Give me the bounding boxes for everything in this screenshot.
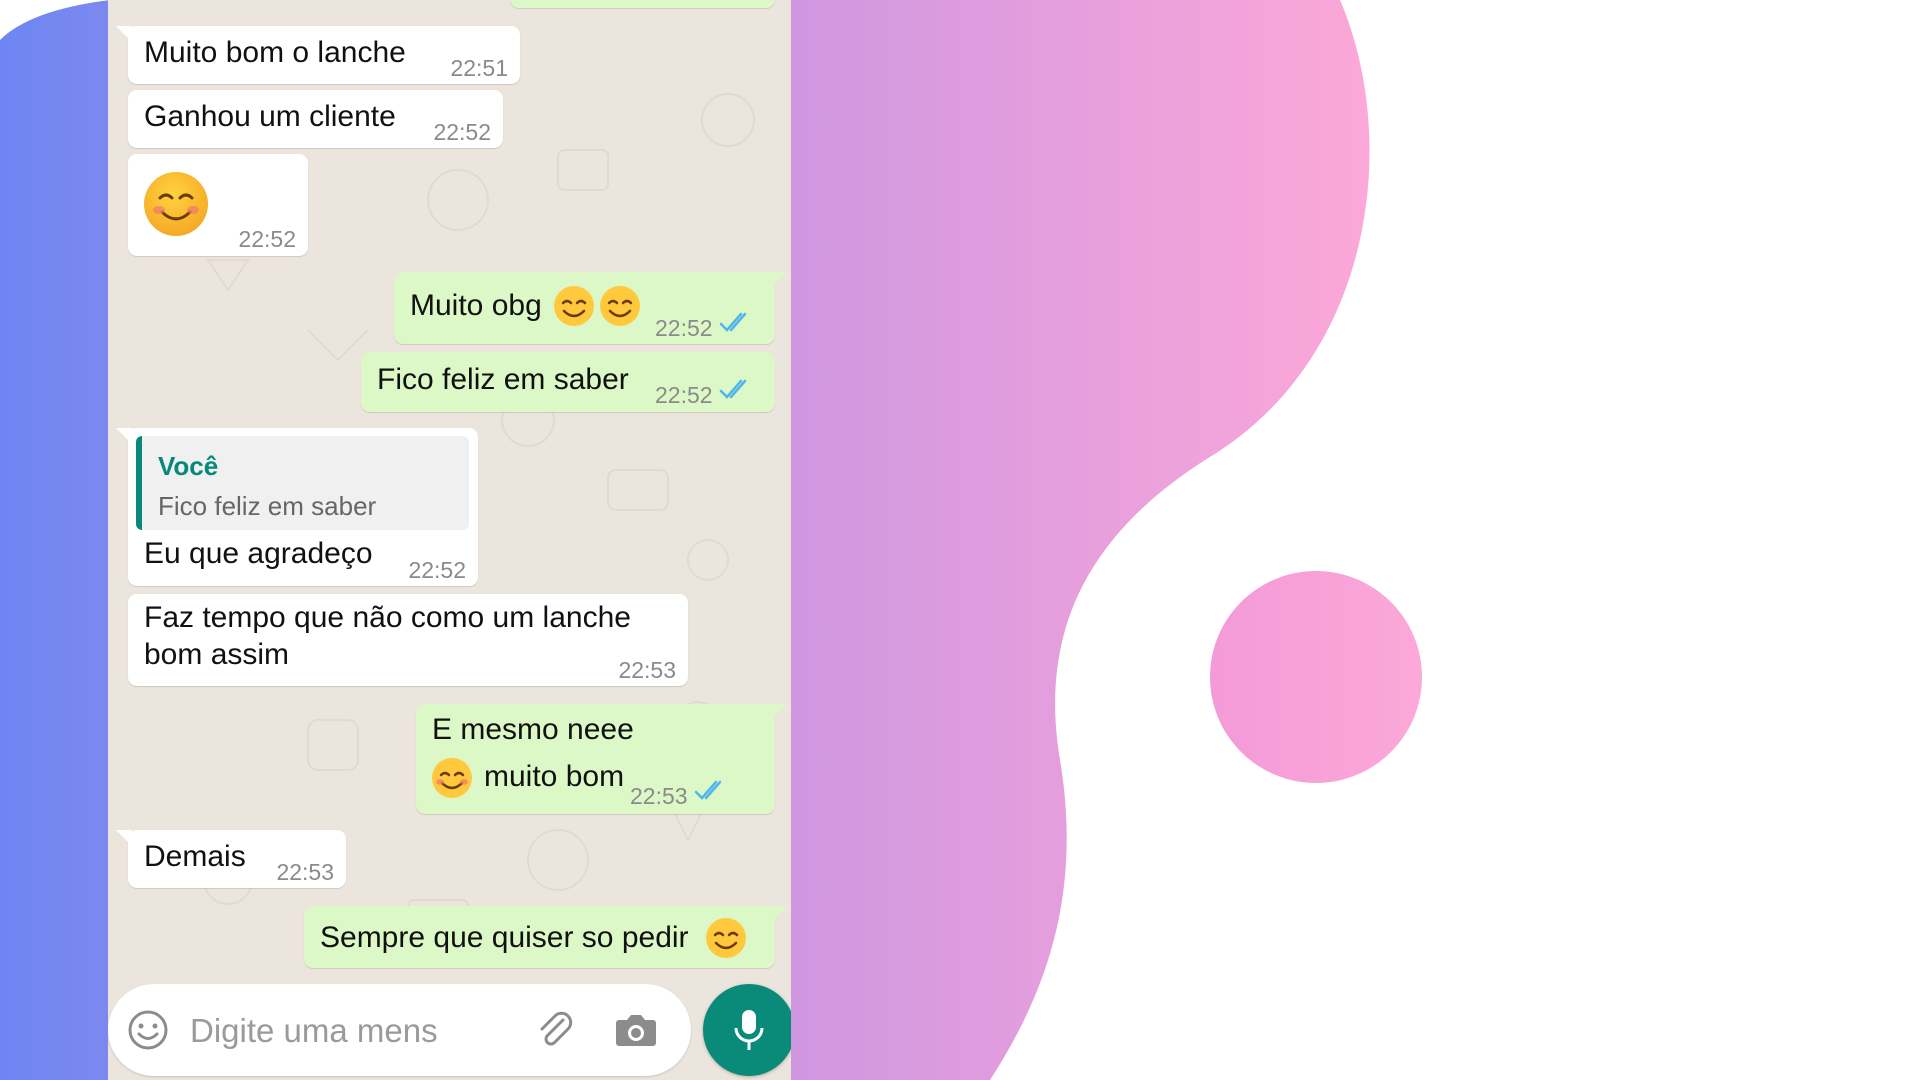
read-ticks-icon [719, 379, 747, 399]
message-time: 22:53 [276, 859, 334, 885]
message-time: 22:52 [655, 315, 713, 341]
message-outgoing[interactable]: E mesmo neee muito bom 22:53 [416, 704, 787, 814]
message-text: Ganhou um cliente [144, 100, 396, 133]
smiling-face-icon [600, 286, 640, 326]
message-outgoing[interactable]: Fico feliz em saber 22:52 [361, 352, 775, 412]
smiling-face-icon [554, 286, 594, 326]
message-time: 22:52 [433, 119, 491, 145]
quoted-message[interactable]: Você Fico feliz em saber [136, 436, 469, 530]
message-composer [108, 984, 691, 1076]
decorative-circle [1210, 571, 1422, 783]
message-incoming[interactable]: Faz tempo que não como um lanche bom ass… [128, 594, 688, 686]
message-input[interactable] [188, 1008, 442, 1054]
read-ticks-icon [694, 780, 722, 800]
message-time: 22:51 [450, 55, 508, 81]
smiling-face-icon [144, 172, 208, 236]
message-time: 22:53 [630, 783, 688, 809]
message-text-line2: bom assim [144, 638, 290, 671]
message-incoming-emoji[interactable]: 22:52 [128, 154, 308, 256]
message-incoming[interactable]: Ganhou um cliente 22:52 [128, 90, 503, 148]
message-text: Muito obg [410, 289, 542, 322]
message-outgoing[interactable]: Sempre que quiser so pedir [304, 906, 787, 968]
mic-button[interactable] [703, 984, 791, 1076]
message-bubble-partial [510, 0, 775, 8]
quoted-author: Você [158, 451, 219, 481]
read-ticks-icon [719, 312, 747, 332]
message-time: 22:53 [618, 657, 676, 683]
message-time: 22:52 [655, 382, 713, 408]
message-text: Demais [144, 840, 246, 873]
message-outgoing[interactable]: Muito obg 22:52 [394, 272, 787, 344]
message-text: Sempre que quiser so pedir [320, 921, 689, 954]
message-incoming[interactable]: Muito bom o lanche 22:51 [116, 26, 520, 84]
smiling-face-icon [706, 918, 746, 958]
quoted-text: Fico feliz em saber [158, 491, 377, 521]
message-text-line2: muito bom [484, 760, 625, 793]
smiling-face-icon [432, 758, 472, 798]
message-text: Muito bom o lanche [144, 36, 406, 69]
camera-icon[interactable] [613, 1008, 659, 1052]
message-time: 22:52 [408, 557, 466, 583]
mic-icon [734, 1010, 764, 1050]
message-incoming[interactable]: Demais 22:53 [116, 830, 346, 888]
chat-screen: Muito bom o lanche 22:51 Ganhou um clien… [108, 0, 791, 1080]
message-incoming-reply[interactable]: Você Fico feliz em saber Eu que agradeço… [116, 428, 478, 586]
emoji-icon[interactable] [126, 1008, 170, 1052]
message-text-line1: E mesmo neee [432, 713, 634, 746]
message-time: 22:52 [238, 226, 296, 252]
message-text: Fico feliz em saber [377, 363, 629, 396]
message-text-line1: Faz tempo que não como um lanche [144, 601, 631, 634]
message-text: Eu que agradeço [144, 537, 373, 570]
attach-icon[interactable] [533, 1008, 577, 1052]
